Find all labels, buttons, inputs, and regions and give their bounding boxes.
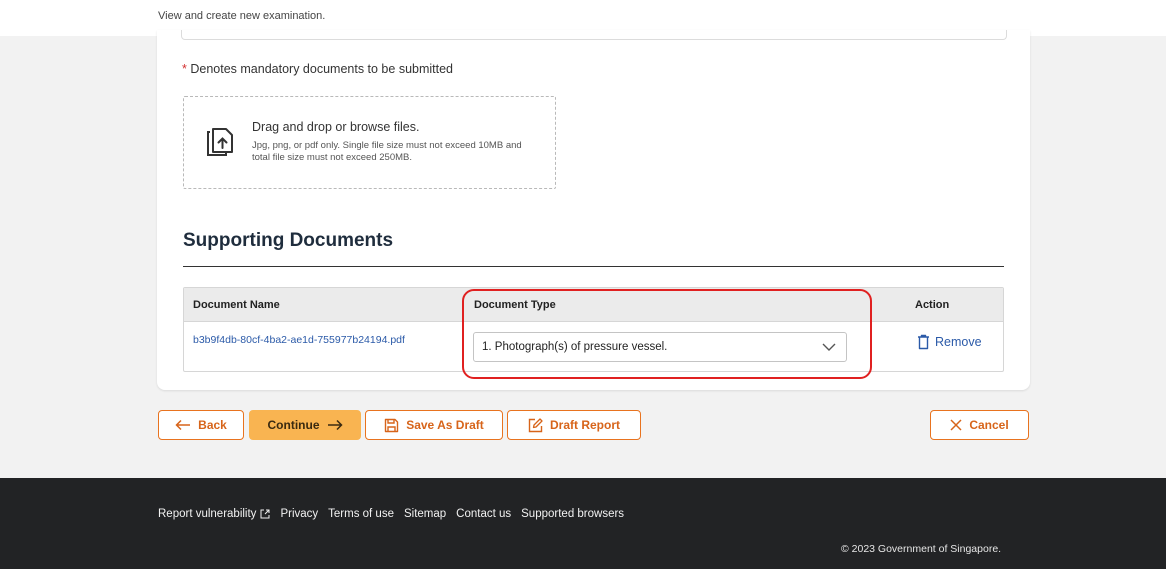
continue-label: Continue [267, 418, 320, 432]
footer-link-label: Report vulnerability [158, 508, 257, 520]
footer-link-report-vulnerability[interactable]: Report vulnerability [158, 508, 270, 520]
chevron-down-icon [822, 343, 836, 351]
section-divider [183, 266, 1004, 267]
supporting-documents-title: Supporting Documents [183, 230, 394, 251]
page-subtitle: View and create new examination. [158, 10, 326, 22]
arrow-left-icon [175, 419, 191, 431]
footer-links: Report vulnerability Privacy Terms of us… [158, 508, 624, 520]
column-header-document-name: Document Name [193, 299, 280, 311]
footer-link-contact[interactable]: Contact us [456, 508, 511, 520]
cancel-label: Cancel [969, 418, 1009, 432]
draft-report-label: Draft Report [549, 418, 620, 432]
dropzone-hint: Jpg, png, or pdf only. Single file size … [252, 140, 522, 163]
site-footer: Report vulnerability Privacy Terms of us… [0, 478, 1166, 569]
dropzone-title: Drag and drop or browse files. [252, 120, 420, 134]
save-as-draft-label: Save As Draft [406, 418, 484, 432]
footer-link-terms[interactable]: Terms of use [328, 508, 394, 520]
file-upload-icon [207, 128, 233, 156]
continue-button[interactable]: Continue [249, 410, 361, 440]
back-button[interactable]: Back [158, 410, 244, 440]
draft-report-button[interactable]: Draft Report [507, 410, 641, 440]
mandatory-note: * Denotes mandatory documents to be subm… [182, 62, 453, 76]
form-card: * Denotes mandatory documents to be subm… [157, 30, 1030, 390]
remove-button[interactable]: Remove [917, 333, 982, 351]
table-header: Document Name Document Type Action [184, 288, 1003, 322]
document-name-link[interactable]: b3b9f4db-80cf-4ba2-ae1d-755977b24194.pdf [193, 334, 405, 346]
save-as-draft-button[interactable]: Save As Draft [365, 410, 503, 440]
save-icon [385, 418, 399, 432]
close-icon [950, 419, 962, 431]
documents-table: Document Name Document Type Action b3b9f… [183, 287, 1004, 372]
edit-icon [528, 417, 543, 432]
mandatory-note-text: Denotes mandatory documents to be submit… [190, 62, 454, 76]
column-header-document-type: Document Type [474, 299, 556, 311]
cancel-button[interactable]: Cancel [930, 410, 1029, 440]
external-link-icon [260, 509, 270, 519]
required-asterisk: * [182, 62, 187, 76]
arrow-right-icon [327, 419, 343, 431]
file-dropzone[interactable]: Drag and drop or browse files. Jpg, png,… [183, 96, 556, 189]
document-type-value: 1. Photograph(s) of pressure vessel. [482, 341, 668, 353]
document-type-select[interactable]: 1. Photograph(s) of pressure vessel. [473, 332, 847, 362]
remove-label: Remove [935, 335, 982, 349]
column-header-action: Action [915, 299, 950, 311]
footer-link-privacy[interactable]: Privacy [280, 508, 318, 520]
trash-icon [918, 334, 929, 350]
previous-field-bottom [181, 30, 1007, 40]
copyright: © 2023 Government of Singapore. [841, 543, 1002, 555]
back-label: Back [198, 418, 227, 432]
footer-link-sitemap[interactable]: Sitemap [404, 508, 446, 520]
footer-link-supported-browsers[interactable]: Supported browsers [521, 508, 624, 520]
